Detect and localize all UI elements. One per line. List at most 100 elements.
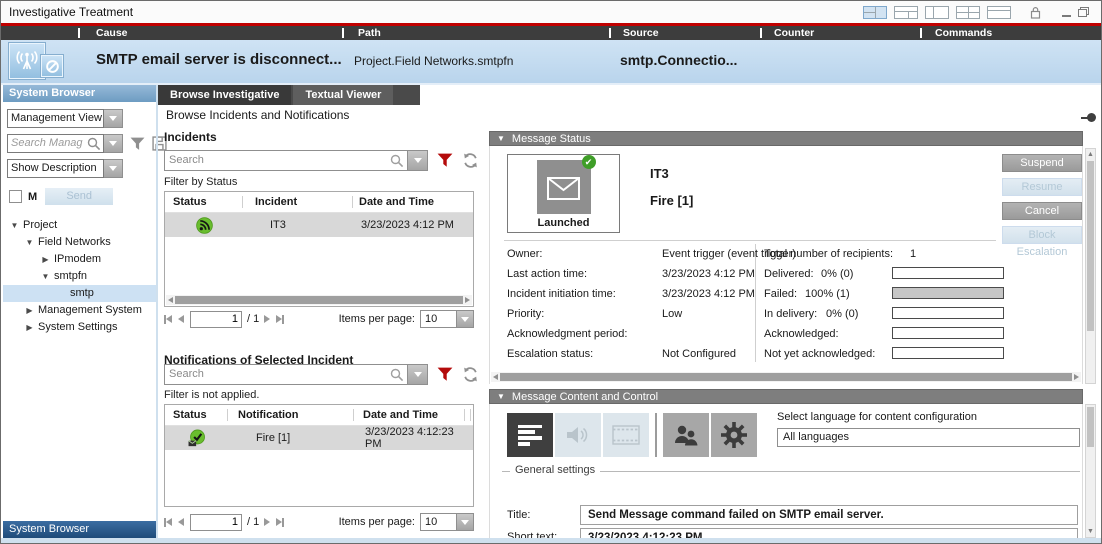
sidebar-search-arrow[interactable] — [104, 134, 123, 153]
settings-button[interactable] — [711, 413, 757, 457]
title-field-value[interactable]: Send Message command failed on SMTP emai… — [580, 505, 1078, 525]
expander-open-icon[interactable]: ▼ — [40, 268, 51, 285]
items-per-page-arrow[interactable] — [456, 310, 474, 328]
items-per-page-value[interactable]: 10 — [420, 513, 456, 531]
col-incident[interactable]: Incident — [243, 192, 352, 212]
scroll-right-icon[interactable] — [465, 297, 470, 303]
dropdown-arrow-icon — [461, 317, 469, 322]
pin-icon[interactable] — [1081, 113, 1096, 122]
col-datetime[interactable]: Date and Time — [354, 405, 464, 425]
layout-split-2-icon[interactable] — [863, 6, 887, 19]
incidents-filter-button[interactable] — [437, 153, 453, 168]
message-status-hscrollbar[interactable] — [491, 372, 1081, 382]
display-mode-arrow[interactable] — [104, 159, 123, 178]
col-datetime[interactable]: Date and Time — [353, 192, 473, 212]
video-content-button[interactable] — [603, 413, 649, 457]
scroll-right-icon[interactable] — [1074, 374, 1079, 380]
scrollbar-thumb[interactable] — [500, 373, 1072, 381]
cancel-button[interactable]: Cancel — [1002, 202, 1082, 220]
tree-item-management-system[interactable]: ▶Management System — [3, 302, 156, 319]
incident-row[interactable]: IT3 3/23/2023 4:12 PM — [165, 213, 473, 237]
message-content-vscrollbar[interactable]: ▼ — [1085, 404, 1096, 538]
suspend-button[interactable]: Suspend — [1002, 154, 1082, 172]
incidents-refresh-button[interactable] — [462, 152, 479, 169]
last-page-button[interactable] — [276, 315, 284, 324]
notifications-refresh-button[interactable] — [462, 366, 479, 383]
tab-textual-viewer[interactable]: Textual Viewer — [293, 85, 393, 105]
notification-row[interactable]: Fire [1] 3/23/2023 4:12:23 PM — [165, 426, 473, 450]
tree-item-smtpfn[interactable]: ▼smtpfn — [3, 268, 156, 285]
scrollbar-thumb[interactable] — [1087, 161, 1094, 331]
layout-single-icon[interactable] — [987, 6, 1011, 19]
tab-browse-investigative[interactable]: Browse Investigative — [158, 85, 291, 105]
collapse-icon[interactable]: ▼ — [497, 389, 505, 404]
message-status-header[interactable]: ▼ Message Status — [489, 131, 1083, 146]
audio-content-button[interactable] — [555, 413, 601, 457]
scroll-left-icon[interactable] — [168, 297, 173, 303]
tree-item-project[interactable]: ▼Project — [3, 217, 156, 234]
last-page-button[interactable] — [276, 518, 284, 527]
previous-page-button[interactable] — [178, 518, 184, 526]
page-number-input[interactable] — [190, 311, 242, 328]
system-browser-header[interactable]: System Browser — [3, 85, 156, 102]
first-page-button[interactable] — [164, 315, 172, 324]
message-content-title: Message Content and Control — [512, 391, 658, 403]
incidents-search-arrow[interactable] — [408, 150, 428, 171]
send-button[interactable]: Send — [45, 188, 113, 205]
notifications-search-input[interactable] — [165, 365, 383, 382]
lock-icon[interactable] — [1030, 6, 1041, 19]
resume-button[interactable]: Resume — [1002, 178, 1082, 196]
view-selector-arrow[interactable] — [104, 109, 123, 128]
layout-top-bottom-icon[interactable] — [894, 6, 918, 19]
col-status[interactable]: Status — [165, 405, 227, 425]
next-page-button[interactable] — [264, 315, 270, 323]
tree-item-field-networks[interactable]: ▼Field Networks — [3, 234, 156, 251]
previous-page-button[interactable] — [178, 315, 184, 323]
page-number-input[interactable] — [190, 514, 242, 531]
tree-item-smtp[interactable]: smtp — [3, 285, 156, 302]
scroll-left-icon[interactable] — [493, 374, 498, 380]
incidents-hscrollbar[interactable] — [166, 295, 472, 305]
incidents-search-input[interactable] — [165, 151, 383, 168]
scroll-down-icon[interactable]: ▼ — [1086, 527, 1095, 536]
view-selector[interactable]: Management View — [7, 109, 104, 128]
sidebar-search-input[interactable] — [8, 135, 84, 150]
items-per-page-value[interactable]: 10 — [420, 310, 456, 328]
restore-icon[interactable] — [1078, 7, 1089, 17]
col-notification[interactable]: Notification — [228, 405, 353, 425]
notifications-filter-button[interactable] — [437, 367, 453, 382]
first-page-button[interactable] — [164, 518, 172, 527]
sidebar-filter-button[interactable] — [130, 137, 145, 151]
tree-item-system-settings[interactable]: ▶System Settings — [3, 319, 156, 336]
message-checkbox[interactable] — [9, 190, 22, 203]
text-content-button[interactable] — [507, 413, 553, 457]
block-escalation-button[interactable]: Block Escalation — [1002, 226, 1082, 244]
expander-open-icon[interactable]: ▼ — [9, 217, 20, 234]
minimize-icon[interactable] — [1062, 15, 1071, 17]
scroll-up-icon[interactable]: ▲ — [1086, 150, 1095, 159]
system-browser-footer[interactable]: System Browser — [3, 521, 156, 538]
items-per-page-arrow[interactable] — [456, 513, 474, 531]
expander-closed-icon[interactable]: ▶ — [40, 251, 51, 268]
next-page-button[interactable] — [264, 518, 270, 526]
expander-open-icon[interactable]: ▼ — [24, 234, 35, 251]
language-selector[interactable]: All languages — [777, 428, 1080, 447]
tree-item-ipmodem[interactable]: ▶IPmodem — [3, 251, 156, 268]
scrollbar-thumb[interactable] — [1087, 407, 1094, 447]
event-banner[interactable]: SMTP email server is disconnect... Proje… — [1, 40, 1101, 83]
scrollbar-thumb[interactable] — [175, 296, 463, 304]
collapse-icon[interactable]: ▼ — [497, 131, 505, 146]
expander-closed-icon[interactable]: ▶ — [24, 302, 35, 319]
display-mode-selector[interactable]: Show Description — [7, 159, 104, 178]
expander-closed-icon[interactable]: ▶ — [24, 319, 35, 336]
message-content-header[interactable]: ▼ Message Content and Control — [489, 389, 1083, 404]
message-status-vscrollbar[interactable]: ▲ — [1085, 148, 1096, 384]
col-status[interactable]: Status — [165, 192, 242, 212]
incident-name-cell: IT3 — [243, 219, 353, 231]
recipients-button[interactable] — [663, 413, 709, 457]
layout-left-panel-icon[interactable] — [925, 6, 949, 19]
sidebar-splitter[interactable] — [156, 85, 158, 538]
notifications-search-arrow[interactable] — [408, 364, 428, 385]
short-text-field-value[interactable]: 3/23/2023 4:12:23 PM — [580, 528, 1078, 538]
layout-quad-icon[interactable] — [956, 6, 980, 19]
